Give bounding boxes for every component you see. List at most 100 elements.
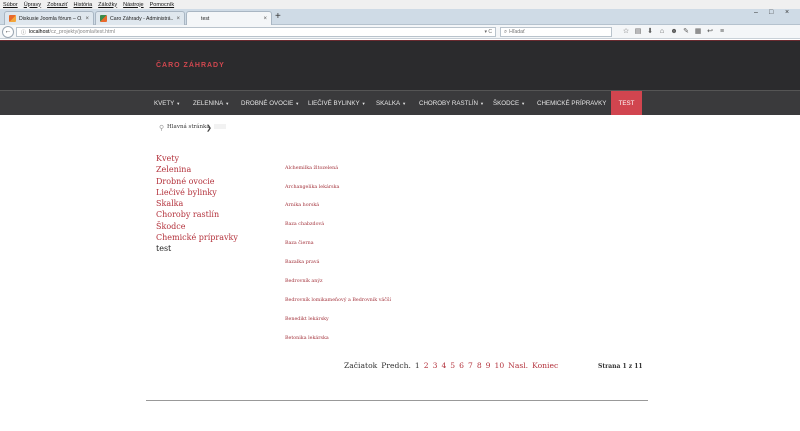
maximize-icon[interactable]: □: [769, 9, 773, 16]
url-host: localhost: [29, 29, 50, 35]
nav-label: Liečivé bylinky: [308, 99, 360, 107]
location-pin-icon: ⚲: [159, 125, 165, 132]
pagination-page-link[interactable]: 3: [433, 361, 438, 370]
article-link[interactable]: Baza čierna: [285, 241, 314, 246]
sidebar-item-skalka[interactable]: Skalka: [156, 198, 238, 209]
pagination-page-link[interactable]: 6: [459, 361, 464, 370]
back-button[interactable]: ←: [2, 26, 14, 38]
menu-file[interactable]: Súbor: [3, 2, 18, 8]
nav-item-skodce[interactable]: Škodce ▼: [493, 91, 525, 115]
menu-edit[interactable]: Úpravy: [24, 2, 41, 8]
menu-tools[interactable]: Nástroje: [123, 2, 143, 8]
tab-joomla-forum[interactable]: Diskusie Joomla fórum – O... ×: [4, 11, 94, 25]
sidebar-item-zelenina[interactable]: Zelenina: [156, 164, 238, 175]
article-link[interactable]: Bedrovník lomikameňový a Bedrovník väčší: [285, 298, 391, 303]
menu-help[interactable]: Pomocník: [150, 2, 174, 8]
nav-label: Chemické prípravky: [537, 99, 607, 107]
tab-test[interactable]: test ×: [186, 11, 272, 25]
search-input[interactable]: [509, 29, 600, 35]
caret-down-icon: ▼: [176, 100, 181, 106]
footer-divider: [146, 400, 648, 401]
nav-item-skalka[interactable]: Skalka ▼: [376, 91, 406, 115]
tab-close-icon[interactable]: ×: [85, 16, 89, 22]
pagination-page-link[interactable]: 9: [486, 361, 491, 370]
sidebar-item-skodce[interactable]: Škodce: [156, 221, 238, 232]
pagination-page-current: 1: [414, 361, 420, 370]
tab-admin[interactable]: Čaro Záhrady - Administrá... ×: [95, 11, 185, 25]
nav-label: Drobné ovocie: [241, 99, 294, 107]
sidebar-item-drobne-ovocie[interactable]: Drobné ovocie: [156, 176, 238, 187]
sidebar-item-kvety[interactable]: Kvety: [156, 153, 238, 164]
tab-close-icon[interactable]: ×: [263, 16, 267, 22]
joomla-favicon-icon: [9, 15, 16, 22]
article-link[interactable]: Bazalka pravá: [285, 260, 319, 265]
article-link[interactable]: Bedrovník anýz: [285, 279, 323, 284]
nav-label: Skalka: [376, 99, 401, 107]
nav-item-chemicke-pripravky[interactable]: Chemické prípravky: [537, 91, 606, 115]
download-icon[interactable]: ⬇: [644, 27, 656, 37]
main-navigation: Kvety ▼ Zelenina ▼ Drobné ovocie ▼ Liečivé …: [0, 90, 800, 115]
nav-label: Kvety: [154, 99, 175, 107]
reload-icon[interactable]: ▾ C: [484, 29, 492, 35]
pagination-page-link[interactable]: 4: [441, 361, 446, 370]
caret-down-icon: ▼: [480, 100, 484, 106]
breadcrumb-home-link[interactable]: Hlavná stránka: [167, 124, 210, 130]
hamburger-menu-icon[interactable]: ≡: [716, 27, 728, 37]
article-link[interactable]: Benedikt lekársky: [285, 317, 329, 322]
nav-item-drobne-ovocie[interactable]: Drobné ovocie ▼: [241, 91, 299, 115]
grid-icon[interactable]: ▦: [692, 27, 704, 37]
caret-down-icon: ▼: [295, 100, 300, 106]
site-logo[interactable]: ČARO ZÁHRADY: [156, 62, 225, 69]
article-link[interactable]: Baza chabzdová: [285, 222, 324, 227]
nav-item-zelenina[interactable]: Zelenina ▼: [193, 91, 229, 115]
url-bar[interactable]: ⓘ localhost /cz_projekty/joomla/test.htm…: [16, 27, 496, 37]
reading-list-icon[interactable]: ▤: [632, 27, 644, 37]
nav-item-choroby-rastlin[interactable]: Choroby rastlín ▼: [419, 91, 484, 115]
browser-toolbar: ☆ ▤ ⬇ ⌂ ☻ ✎ ▦ ↩ ≡: [620, 27, 728, 37]
article-link[interactable]: Alchemilka žltozelená: [285, 166, 338, 171]
nav-item-kvety[interactable]: Kvety ▼: [154, 91, 180, 115]
minimize-icon[interactable]: –: [754, 9, 758, 16]
pagination-page-link[interactable]: 8: [477, 361, 482, 370]
nav-item-test[interactable]: Test: [611, 91, 642, 115]
sidebar-item-test[interactable]: test: [156, 243, 238, 254]
caret-down-icon: ▼: [225, 100, 230, 106]
edit-icon[interactable]: ✎: [680, 27, 692, 37]
browser-navbar: ← ⓘ localhost /cz_projekty/joomla/test.h…: [0, 25, 800, 39]
pagination-page-link[interactable]: 10: [495, 361, 505, 370]
tab-close-icon[interactable]: ×: [176, 16, 180, 22]
close-window-icon[interactable]: ×: [785, 9, 789, 16]
article-link[interactable]: Archangelika lekárska: [285, 185, 339, 190]
new-tab-button[interactable]: +: [275, 12, 281, 22]
bookmark-star-icon[interactable]: ☆: [620, 27, 632, 37]
home-icon[interactable]: ⌂: [656, 27, 668, 37]
pagination-page-link[interactable]: 7: [468, 361, 473, 370]
joomla-favicon-icon: [100, 15, 107, 22]
menu-history[interactable]: História: [74, 2, 93, 8]
caret-down-icon: ▼: [402, 100, 407, 106]
nav-label: Choroby rastlín: [419, 99, 479, 107]
article-link[interactable]: Betonika lekárska: [285, 336, 329, 341]
nav-label: Škodce: [493, 99, 520, 107]
article-link[interactable]: Arnika horská: [285, 203, 319, 208]
pagination-end[interactable]: Koniec: [532, 361, 558, 370]
undo-icon[interactable]: ↩: [704, 27, 716, 37]
url-path: /cz_projekty/joomla/test.html: [49, 29, 115, 35]
search-bar[interactable]: ⌕: [500, 27, 612, 37]
sidebar-item-choroby-rastlin[interactable]: Choroby rastlín: [156, 209, 238, 220]
caret-down-icon: ▼: [361, 100, 366, 106]
menu-bookmarks[interactable]: Záložky: [98, 2, 117, 8]
sidebar-item-liecive-bylinky[interactable]: Liečivé bylinky: [156, 187, 238, 198]
pagination-page-link[interactable]: 2: [424, 361, 429, 370]
pagination-next[interactable]: Nasl.: [508, 361, 528, 370]
tab-title: Diskusie Joomla fórum – O...: [19, 15, 83, 22]
pagination-page-link[interactable]: 5: [450, 361, 455, 370]
chevron-right-icon: ❯: [206, 125, 212, 132]
nav-item-liecive-bylinky[interactable]: Liečivé bylinky ▼: [308, 91, 366, 115]
menu-view[interactable]: Zobraziť: [47, 2, 67, 8]
info-icon[interactable]: ⓘ: [21, 29, 26, 36]
nav-label: Zelenina: [193, 99, 224, 107]
sidebar-item-chemicke-pripravky[interactable]: Chemické prípravky: [156, 232, 238, 243]
pagination-start: Začiatok: [344, 361, 378, 370]
profile-icon[interactable]: ☻: [668, 27, 680, 37]
